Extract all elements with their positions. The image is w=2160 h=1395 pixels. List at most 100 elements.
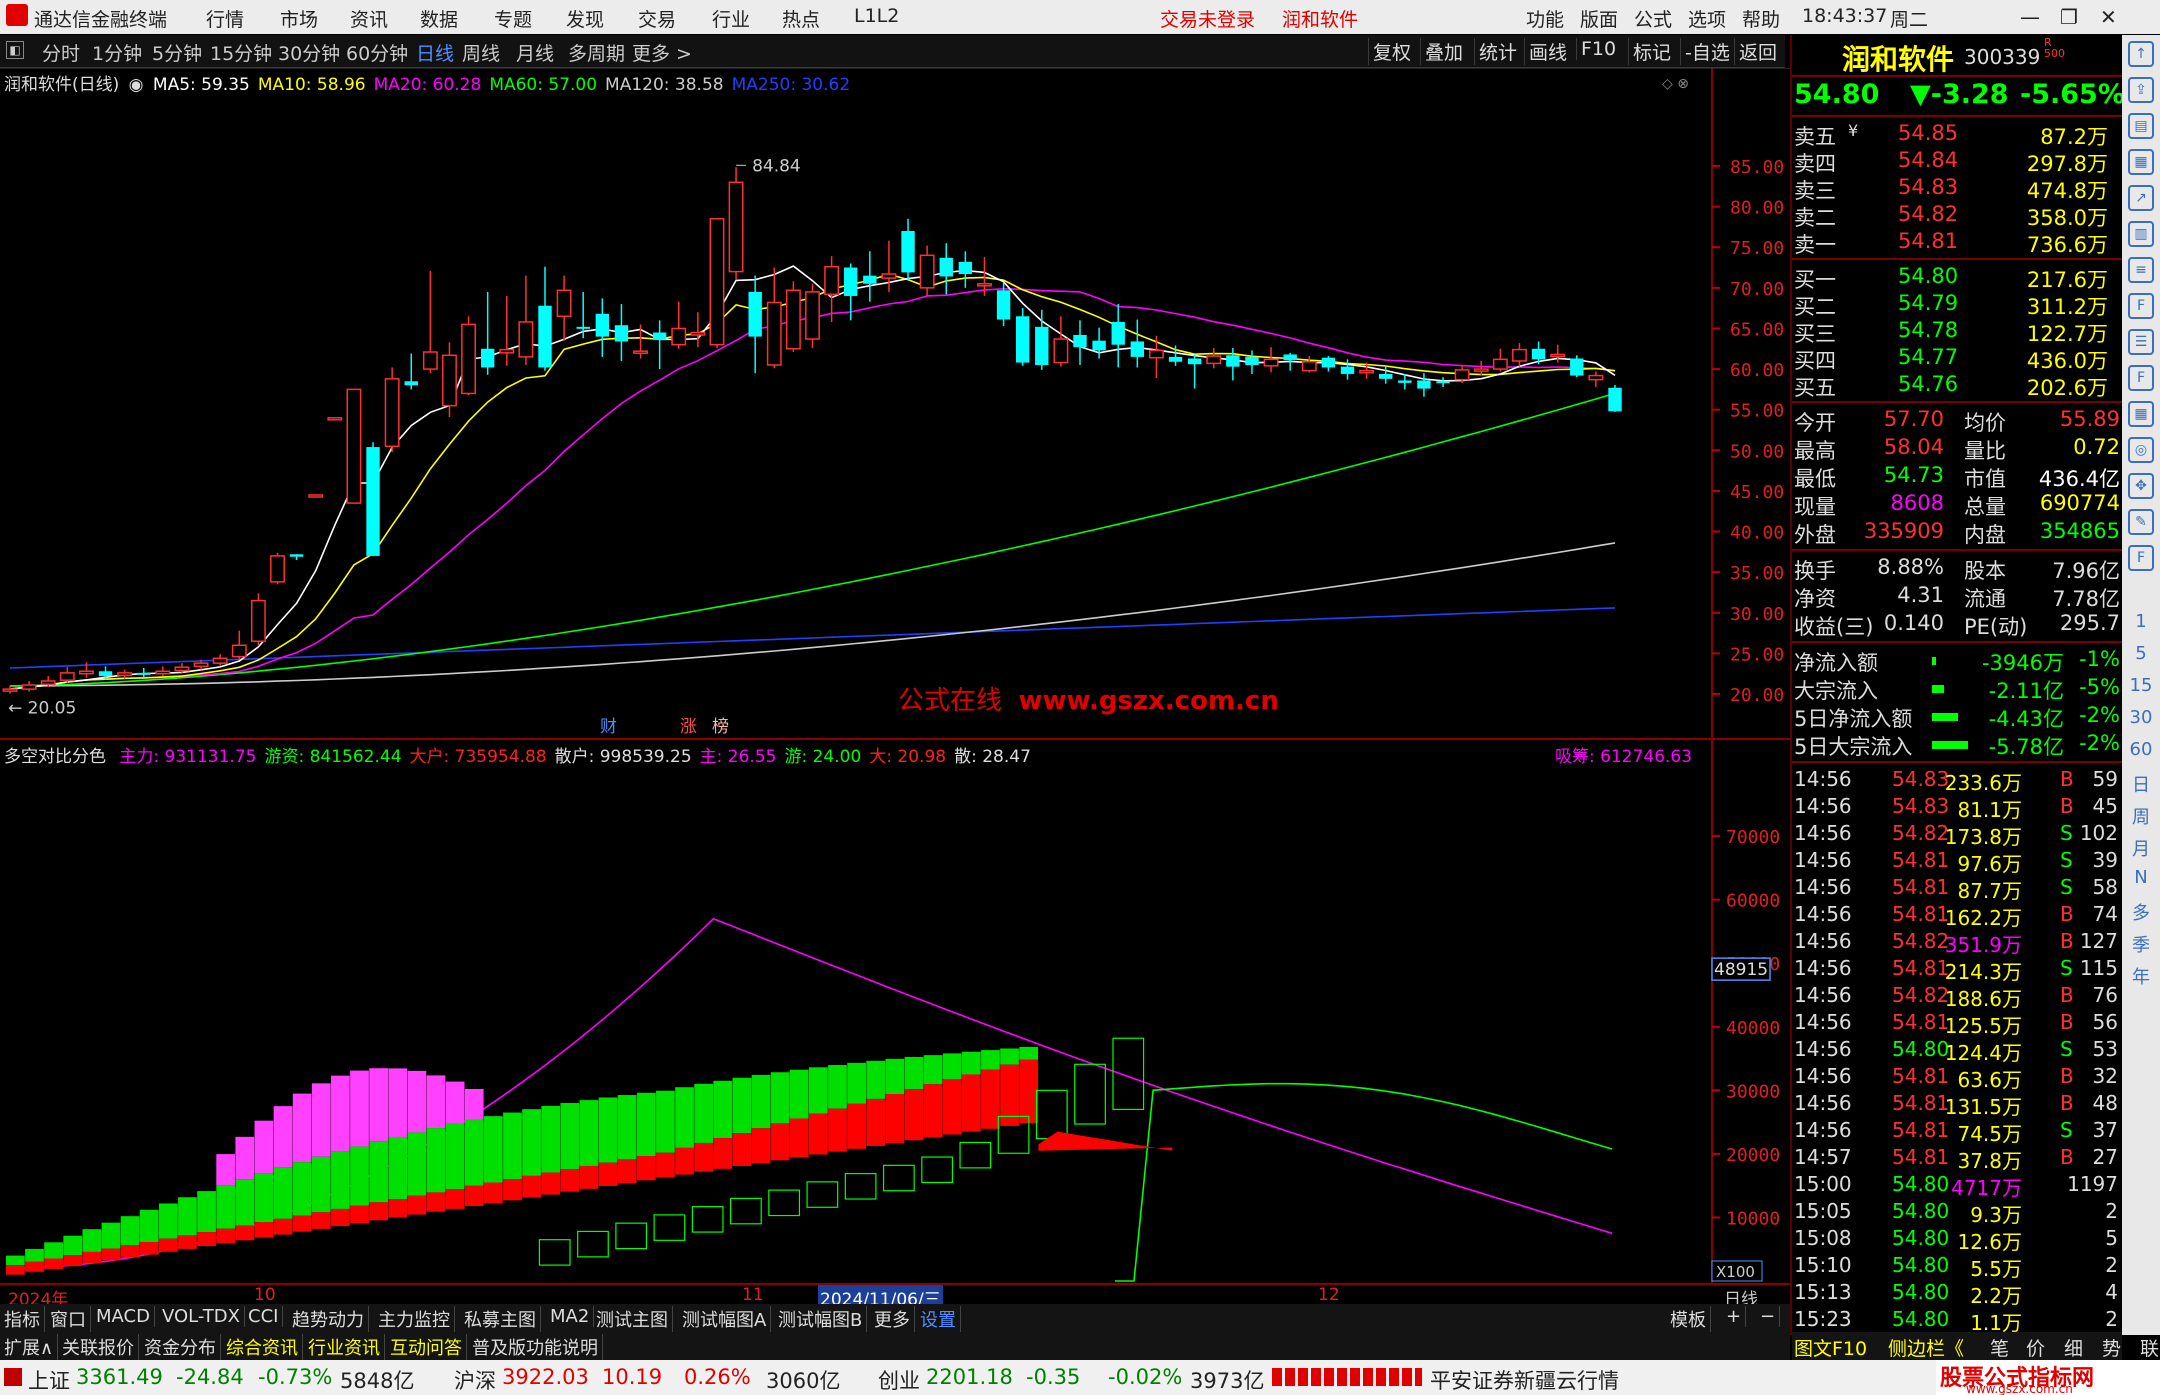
- extension-tab-1[interactable]: 关联报价: [62, 1334, 139, 1360]
- bid-row[interactable]: 买四 54.77 436.0万: [1792, 345, 2122, 373]
- menu-item-0[interactable]: 行情: [206, 5, 244, 32]
- side-period-6[interactable]: 周: [2122, 803, 2160, 829]
- panel-tab-4[interactable]: 细: [2064, 1334, 2083, 1361]
- f5-icon[interactable]: F: [2128, 545, 2154, 571]
- panel-tab-1[interactable]: 侧边栏《: [1888, 1334, 1964, 1361]
- period-tab-8[interactable]: 月线: [516, 39, 554, 66]
- list-icon[interactable]: ≡: [2128, 257, 2154, 283]
- extension-tab-2[interactable]: 资金分布: [144, 1334, 221, 1360]
- period-tab-1[interactable]: 1分钟: [92, 39, 142, 66]
- period-tab-2[interactable]: 5分钟: [152, 39, 202, 66]
- chart-tool-button-1[interactable]: 叠加: [1420, 38, 1463, 65]
- side-period-11[interactable]: 年: [2122, 963, 2160, 989]
- menu-item-6[interactable]: 交易: [638, 5, 676, 32]
- side-period-3[interactable]: 30: [2122, 707, 2160, 728]
- bid-row[interactable]: 买三 54.78 122.7万: [1792, 318, 2122, 346]
- menu-item-4[interactable]: 专题: [494, 5, 532, 32]
- bid-row[interactable]: 买二 54.79 311.2万: [1792, 291, 2122, 319]
- indicator-tab-13[interactable]: 设置: [920, 1306, 961, 1332]
- ask-row[interactable]: 卖一 54.81 736.6万: [1792, 229, 2122, 257]
- f10-icon[interactable]: F: [2128, 293, 2154, 319]
- side-period-7[interactable]: 月: [2122, 835, 2160, 861]
- menu-item-2[interactable]: 资讯: [350, 5, 388, 32]
- pen-icon[interactable]: ✎: [2128, 509, 2154, 535]
- ask-row[interactable]: 卖三 54.83 474.8万: [1792, 175, 2122, 203]
- menu-item-8[interactable]: 热点: [782, 5, 820, 32]
- indicator-tab-11[interactable]: 测试幅图B: [778, 1306, 868, 1332]
- index-name-1[interactable]: 沪深: [454, 1365, 496, 1395]
- right-menu-item-4[interactable]: 帮助: [1742, 5, 1780, 32]
- panel-tab-6[interactable]: 联: [2140, 1334, 2159, 1361]
- side-period-9[interactable]: 多: [2122, 899, 2160, 925]
- indicator-tab-10[interactable]: 测试幅图A: [682, 1306, 772, 1332]
- indicator-tab-9[interactable]: 测试主图: [596, 1306, 673, 1332]
- extension-tab-3[interactable]: 综合资讯: [226, 1334, 303, 1360]
- collapse-icon[interactable]: ◧: [6, 41, 24, 59]
- ask-row[interactable]: 卖四 54.84 297.8万: [1792, 148, 2122, 176]
- ask-row[interactable]: 卖五 54.85 87.2万 ¥: [1792, 121, 2122, 149]
- side-period-2[interactable]: 15: [2122, 675, 2160, 696]
- maximize-icon[interactable]: ❐: [2060, 5, 2078, 29]
- chart-tool-button-3[interactable]: 画线: [1524, 38, 1567, 65]
- panel-tab-2[interactable]: 笔: [1990, 1334, 2009, 1361]
- period-tab-10[interactable]: 更多 >: [632, 39, 692, 66]
- period-tab-6[interactable]: 日线: [416, 39, 454, 66]
- move-icon[interactable]: ✥: [2128, 473, 2154, 499]
- bar-icon[interactable]: ▥: [2128, 221, 2154, 247]
- indicator-chart[interactable]: 7000060000500004000030000200001000048915…: [0, 740, 1790, 1285]
- menu-item-3[interactable]: 数据: [420, 5, 458, 32]
- panel-tab-5[interactable]: 势: [2102, 1334, 2121, 1361]
- template-button-0[interactable]: 模板: [1670, 1306, 1711, 1332]
- upload-icon[interactable]: ⇪: [2128, 77, 2154, 103]
- grid-icon[interactable]: ▦: [2128, 149, 2154, 175]
- period-tab-3[interactable]: 15分钟: [210, 39, 272, 66]
- panel-tab-3[interactable]: 价: [2026, 1334, 2045, 1361]
- trend-icon[interactable]: ↗: [2128, 185, 2154, 211]
- menu-item-9[interactable]: L1L2: [854, 5, 899, 27]
- extension-tab-0[interactable]: 扩展∧: [4, 1334, 59, 1360]
- side-period-5[interactable]: 日: [2122, 771, 2160, 797]
- menu-item-1[interactable]: 市场: [280, 5, 318, 32]
- indicator-tab-2[interactable]: MACD: [96, 1306, 155, 1327]
- side-period-0[interactable]: 1: [2122, 611, 2160, 632]
- f2-icon[interactable]: F: [2128, 365, 2154, 391]
- indicator-tab-8[interactable]: MA2: [550, 1306, 595, 1327]
- index-name-2[interactable]: 创业: [878, 1365, 920, 1395]
- kline-chart[interactable]: 润和软件(日线) ◉ MA5: 59.35 MA10: 58.96 MA20: 60…: [0, 68, 1790, 740]
- chart-tool-button-0[interactable]: 复权: [1368, 38, 1411, 65]
- side-period-1[interactable]: 5: [2122, 643, 2160, 664]
- right-menu-item-3[interactable]: 选项: [1688, 5, 1726, 32]
- right-menu-item-2[interactable]: 公式: [1634, 5, 1672, 32]
- extension-tab-6[interactable]: 普及版功能说明: [472, 1334, 603, 1360]
- table-icon[interactable]: ▦: [2128, 401, 2154, 427]
- indicator-tab-4[interactable]: CCI: [248, 1306, 284, 1327]
- side-period-8[interactable]: N: [2122, 867, 2160, 888]
- trade-status-link[interactable]: 交易未登录: [1160, 5, 1255, 32]
- indicator-tab-5[interactable]: 趋势动力: [292, 1306, 369, 1332]
- period-tab-7[interactable]: 周线: [462, 39, 500, 66]
- indicator-tab-1[interactable]: 窗口: [50, 1306, 91, 1332]
- chart-tool-button-6[interactable]: -自选: [1680, 38, 1730, 65]
- chart-icon[interactable]: ▤: [2128, 113, 2154, 139]
- side-period-10[interactable]: 季: [2122, 931, 2160, 957]
- period-tab-9[interactable]: 多周期: [568, 39, 625, 66]
- close-icon[interactable]: ✕: [2100, 5, 2117, 29]
- index-name-0[interactable]: 上证: [28, 1365, 70, 1395]
- indicator-tab-0[interactable]: 指标: [4, 1306, 45, 1332]
- ask-row[interactable]: 卖二 54.82 358.0万: [1792, 202, 2122, 230]
- indicator-tab-6[interactable]: 主力监控: [378, 1306, 455, 1332]
- bid-row[interactable]: 买一 54.80 217.6万: [1792, 264, 2122, 292]
- period-tab-5[interactable]: 60分钟: [346, 39, 408, 66]
- up-arrow-icon[interactable]: ↑: [2128, 41, 2154, 67]
- panel-tab-0[interactable]: 图文F10: [1794, 1334, 1867, 1361]
- chart-tool-button-4[interactable]: F10: [1576, 38, 1616, 60]
- period-tab-0[interactable]: 分时: [42, 39, 80, 66]
- right-menu-item-1[interactable]: 版面: [1580, 5, 1618, 32]
- period-tab-4[interactable]: 30分钟: [278, 39, 340, 66]
- minimize-icon[interactable]: —: [2020, 5, 2040, 29]
- extension-tab-5[interactable]: 互动问答: [390, 1334, 467, 1360]
- extension-tab-4[interactable]: 行业资讯: [308, 1334, 385, 1360]
- chart-tool-button-5[interactable]: 标记: [1628, 38, 1671, 65]
- indicator-tab-3[interactable]: VOL-TDX: [162, 1306, 245, 1327]
- bid-row[interactable]: 买五 54.76 202.6万: [1792, 372, 2122, 400]
